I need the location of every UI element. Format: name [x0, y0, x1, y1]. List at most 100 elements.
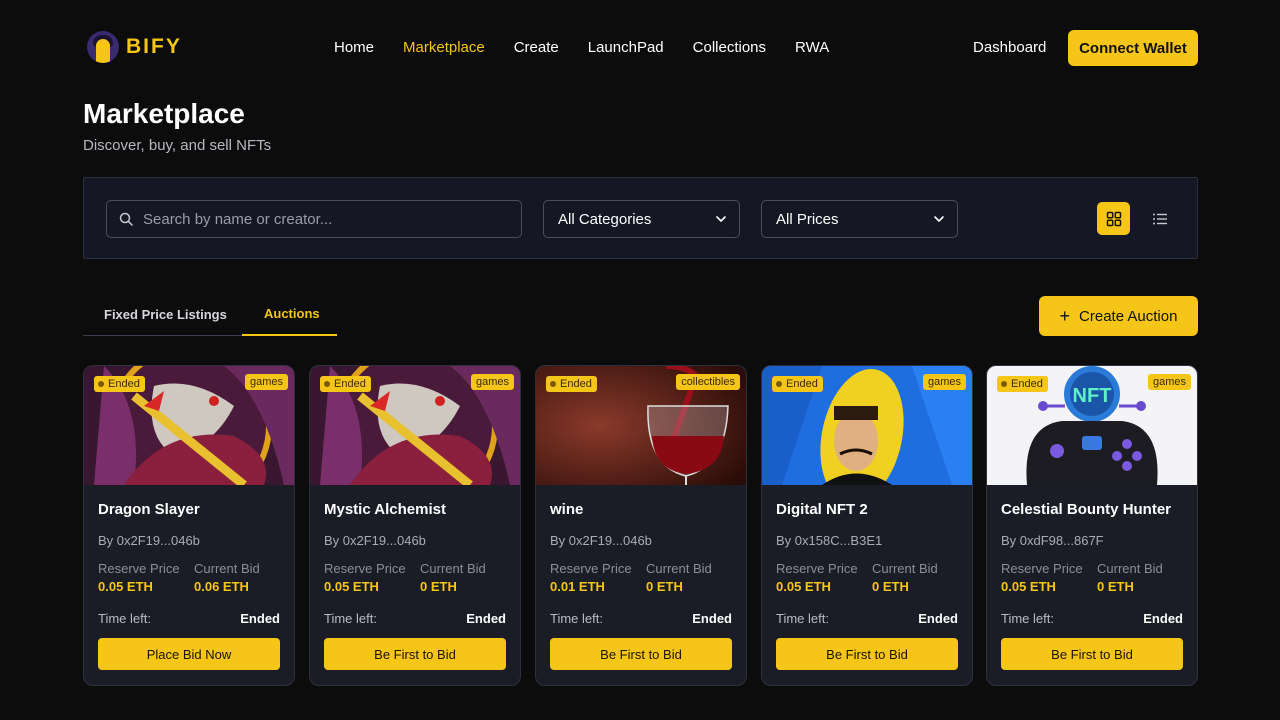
auction-card[interactable]: NFT Ended games Celestial Bounty Hunter …: [986, 365, 1198, 686]
create-auction-label: Create Auction: [1079, 307, 1178, 325]
grid-icon: [1106, 211, 1121, 226]
card-creator: By 0x158C...B3E1: [776, 533, 883, 548]
card-title: Celestial Bounty Hunter: [1001, 501, 1172, 518]
nft-image: Ended games: [84, 366, 294, 485]
chevron-down-icon: [716, 216, 726, 222]
nav-link-home[interactable]: Home: [334, 39, 374, 56]
chevron-down-icon: [934, 216, 944, 222]
reserve-price-label: Reserve Price: [324, 561, 406, 576]
brand-name: BIFY: [126, 35, 182, 58]
reserve-price-value: 0.05 ETH: [98, 579, 153, 594]
nft-image: Ended games: [310, 366, 520, 485]
status-badge: Ended: [546, 376, 597, 392]
category-badge: games: [470, 374, 514, 390]
nav-links: Home Marketplace Create LaunchPad Collec…: [334, 39, 858, 56]
nav-link-create[interactable]: Create: [514, 39, 559, 56]
price-select[interactable]: All Prices: [761, 200, 958, 238]
current-bid-label: Current Bid: [1097, 561, 1163, 576]
reserve-price-label: Reserve Price: [98, 561, 180, 576]
auction-card[interactable]: Ended games Digital NFT 2 By 0x158C...B3…: [761, 365, 973, 686]
time-left-value: Ended: [466, 611, 506, 626]
time-left-label: Time left:: [776, 611, 829, 626]
search-input[interactable]: [143, 210, 503, 228]
connect-wallet-button[interactable]: Connect Wallet: [1068, 30, 1198, 66]
nft-image: Ended collectibles: [536, 366, 746, 485]
category-select-value: All Categories: [558, 210, 652, 228]
card-creator: By 0x2F19...046b: [550, 533, 652, 548]
logo-icon: [87, 31, 119, 63]
card-creator: By 0x2F19...046b: [98, 533, 200, 548]
nft-image: NFT Ended games: [987, 366, 1197, 485]
reserve-price-label: Reserve Price: [776, 561, 858, 576]
current-bid-label: Current Bid: [420, 561, 486, 576]
time-left-label: Time left:: [324, 611, 377, 626]
listing-tabs: Fixed Price Listings Auctions: [83, 296, 337, 336]
tab-auctions[interactable]: Auctions: [264, 306, 320, 321]
status-badge: Ended: [772, 376, 823, 392]
time-left-label: Time left:: [98, 611, 151, 626]
status-badge: Ended: [997, 376, 1048, 392]
card-title: Dragon Slayer: [98, 501, 200, 518]
page-subtitle: Discover, buy, and sell NFTs: [83, 137, 272, 154]
page-title: Marketplace: [83, 98, 245, 129]
filter-bar: All Categories All Prices: [83, 177, 1198, 259]
first-bid-button[interactable]: Be First to Bid: [776, 638, 958, 670]
current-bid-label: Current Bid: [646, 561, 712, 576]
reserve-price-value: 0.01 ETH: [550, 579, 605, 594]
auction-card[interactable]: Ended collectibles wine By 0x2F19...046b…: [535, 365, 747, 686]
current-bid-value: 0 ETH: [872, 579, 909, 594]
list-view-button[interactable]: [1143, 202, 1176, 235]
first-bid-button[interactable]: Be First to Bid: [324, 638, 506, 670]
price-select-value: All Prices: [776, 210, 839, 228]
card-title: Mystic Alchemist: [324, 501, 446, 518]
reserve-price-value: 0.05 ETH: [776, 579, 831, 594]
card-creator: By 0xdF98...867F: [1001, 533, 1104, 548]
auction-card[interactable]: Ended games Dragon Slayer By 0x2F19...04…: [83, 365, 295, 686]
category-badge: collectibles: [676, 374, 740, 390]
top-nav: BIFY Home Marketplace Create LaunchPad C…: [0, 0, 1280, 96]
current-bid-value: 0 ETH: [1097, 579, 1134, 594]
active-tab-indicator: [242, 334, 337, 336]
time-left-label: Time left:: [1001, 611, 1054, 626]
nav-link-rwa[interactable]: RWA: [795, 39, 829, 56]
status-badge: Ended: [320, 376, 371, 392]
nav-link-launchpad[interactable]: LaunchPad: [588, 39, 664, 56]
current-bid-value: 0 ETH: [420, 579, 457, 594]
status-badge: Ended: [94, 376, 145, 392]
nav-link-dashboard[interactable]: Dashboard: [973, 39, 1046, 56]
search-box[interactable]: [106, 200, 522, 238]
search-icon: [119, 212, 133, 226]
time-left-value: Ended: [692, 611, 732, 626]
current-bid-value: 0 ETH: [646, 579, 683, 594]
plus-icon: +: [1059, 306, 1071, 326]
category-badge: games: [922, 374, 966, 390]
category-badge: games: [244, 374, 288, 390]
category-select[interactable]: All Categories: [543, 200, 740, 238]
reserve-price-value: 0.05 ETH: [324, 579, 379, 594]
grid-view-button[interactable]: [1097, 202, 1130, 235]
current-bid-label: Current Bid: [872, 561, 938, 576]
place-bid-button[interactable]: Place Bid Now: [98, 638, 280, 670]
reserve-price-value: 0.05 ETH: [1001, 579, 1056, 594]
nav-link-collections[interactable]: Collections: [693, 39, 766, 56]
time-left-label: Time left:: [550, 611, 603, 626]
nft-image: Ended games: [762, 366, 972, 485]
card-title: Digital NFT 2: [776, 501, 868, 518]
auction-card[interactable]: Ended games Mystic Alchemist By 0x2F19..…: [309, 365, 521, 686]
nav-link-marketplace[interactable]: Marketplace: [403, 39, 485, 56]
card-creator: By 0x2F19...046b: [324, 533, 426, 548]
current-bid-label: Current Bid: [194, 561, 260, 576]
list-icon: [1152, 213, 1167, 224]
current-bid-value: 0.06 ETH: [194, 579, 249, 594]
reserve-price-label: Reserve Price: [1001, 561, 1083, 576]
time-left-value: Ended: [1143, 611, 1183, 626]
first-bid-button[interactable]: Be First to Bid: [1001, 638, 1183, 670]
first-bid-button[interactable]: Be First to Bid: [550, 638, 732, 670]
create-auction-button[interactable]: + Create Auction: [1039, 296, 1198, 336]
brand-logo[interactable]: BIFY: [87, 31, 182, 63]
tab-fixed-price[interactable]: Fixed Price Listings: [104, 307, 227, 322]
card-title: wine: [550, 501, 584, 518]
reserve-price-label: Reserve Price: [550, 561, 632, 576]
time-left-value: Ended: [918, 611, 958, 626]
time-left-value: Ended: [240, 611, 280, 626]
